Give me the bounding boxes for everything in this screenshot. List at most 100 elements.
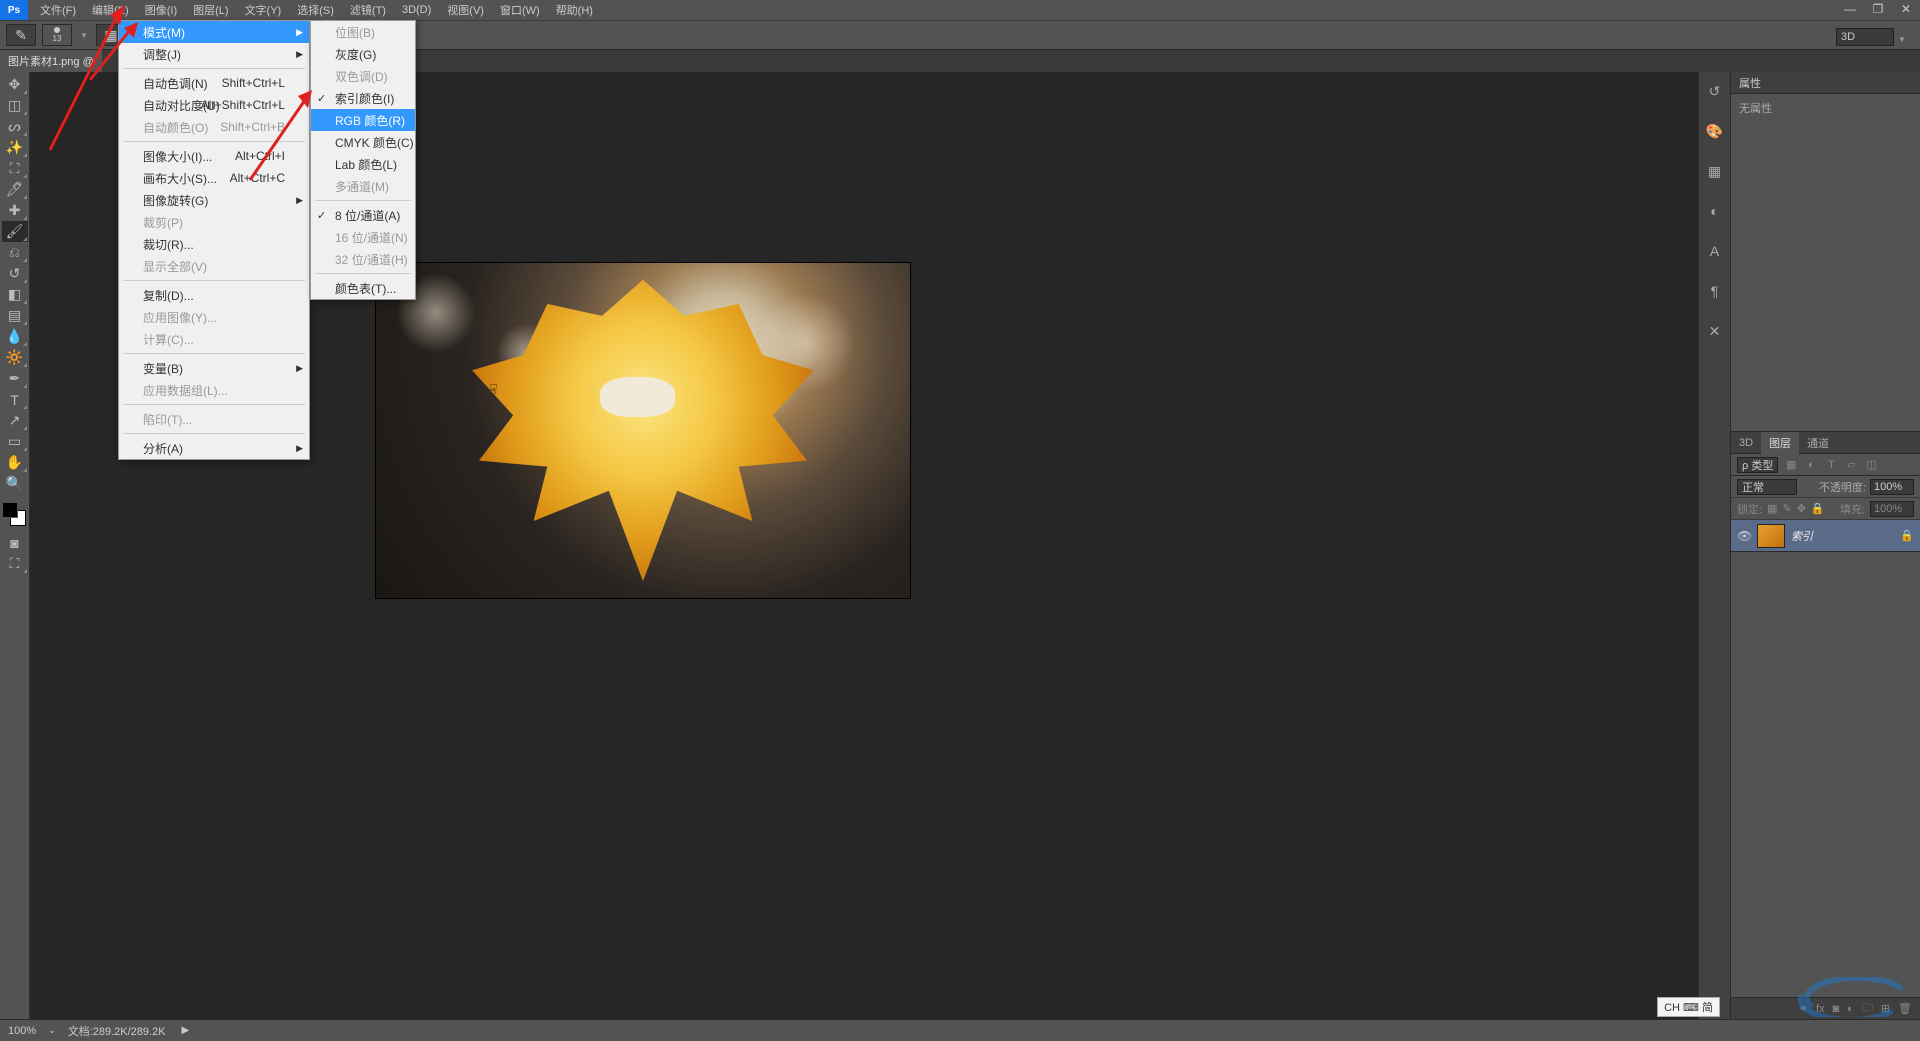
3d-mode-select[interactable]: 3D bbox=[1836, 28, 1894, 46]
menu-analysis[interactable]: 分析(A)▶ bbox=[119, 437, 309, 459]
mode-indexed[interactable]: ✓索引颜色(I) bbox=[311, 87, 415, 109]
close-button[interactable]: ✕ bbox=[1892, 0, 1920, 18]
menu-apply-image: 应用图像(Y)... bbox=[119, 306, 309, 328]
menu-layer[interactable]: 图层(L) bbox=[185, 0, 236, 20]
screenmode-tool[interactable]: ⛶ bbox=[2, 553, 28, 574]
menu-view[interactable]: 视图(V) bbox=[439, 0, 492, 20]
leaf-highlight bbox=[600, 377, 675, 417]
properties-panel-tab[interactable]: 属性 bbox=[1731, 72, 1920, 94]
mode-8bit[interactable]: ✓8 位/通道(A) bbox=[311, 204, 415, 226]
filter-shape-icon[interactable]: ▱ bbox=[1844, 458, 1858, 472]
layer-visibility-icon[interactable]: 👁 bbox=[1737, 529, 1751, 543]
maximize-button[interactable]: ❐ bbox=[1864, 0, 1892, 18]
lock-icon[interactable]: 🔒 bbox=[1811, 502, 1825, 515]
mode-colortable[interactable]: 颜色表(T)... bbox=[311, 277, 415, 299]
lock-label: 锁定: bbox=[1737, 501, 1762, 517]
layer-thumbnail[interactable] bbox=[1757, 524, 1785, 548]
menu-trim[interactable]: 裁切(R)... bbox=[119, 233, 309, 255]
channels-panel-tab[interactable]: 通道 bbox=[1799, 432, 1837, 454]
quickmask-tool[interactable]: ◙ bbox=[2, 532, 28, 553]
path-tool[interactable]: ↗ bbox=[2, 410, 28, 431]
shape-tool[interactable]: ▭ bbox=[2, 431, 28, 452]
adjustments-panel-icon[interactable]: ◐ bbox=[1704, 200, 1726, 222]
brush-tool[interactable]: 🖌 bbox=[2, 221, 28, 242]
menu-datasets: 应用数据组(L)... bbox=[119, 379, 309, 401]
app-logo: Ps bbox=[0, 0, 28, 20]
3d-panel-tab[interactable]: 3D bbox=[1731, 432, 1761, 454]
type-tool[interactable]: T bbox=[2, 389, 28, 410]
layers-panel-tab[interactable]: 图层 bbox=[1761, 432, 1799, 454]
gradient-tool[interactable]: ▤ bbox=[2, 305, 28, 326]
lock-pixel-icon[interactable]: ✎ bbox=[1782, 502, 1791, 515]
filter-pixel-icon[interactable]: ▦ bbox=[1784, 458, 1798, 472]
menu-edit[interactable]: 编辑(E) bbox=[84, 0, 137, 20]
properties-empty-label: 无属性 bbox=[1731, 94, 1920, 431]
marquee-tool[interactable]: ◫ bbox=[2, 95, 28, 116]
status-zoom[interactable]: 100% bbox=[8, 1025, 36, 1037]
paragraph-panel-icon[interactable]: ¶ bbox=[1704, 280, 1726, 302]
swatches-panel-icon[interactable]: ▦ bbox=[1704, 160, 1726, 182]
filter-adjust-icon[interactable]: ◐ bbox=[1804, 458, 1818, 472]
filter-type-icon[interactable]: T bbox=[1824, 458, 1838, 472]
history-brush-tool[interactable]: ↺ bbox=[2, 263, 28, 284]
lock-all-icon[interactable]: ▦ bbox=[1767, 502, 1777, 515]
eyedropper-tool[interactable]: 🖊 bbox=[2, 179, 28, 200]
status-arrow-icon[interactable]: ▶ bbox=[182, 1025, 190, 1036]
watermark-logo bbox=[1792, 977, 1912, 1017]
menu-duplicate[interactable]: 复制(D)... bbox=[119, 284, 309, 306]
pen-tool[interactable]: ✒ bbox=[2, 368, 28, 389]
eraser-tool[interactable]: ◧ bbox=[2, 284, 28, 305]
minimize-button[interactable]: — bbox=[1836, 0, 1864, 18]
filter-smart-icon[interactable]: ◫ bbox=[1864, 458, 1878, 472]
status-chevron-icon[interactable]: ⌄ bbox=[48, 1025, 56, 1036]
menu-select[interactable]: 选择(S) bbox=[289, 0, 342, 20]
menu-window[interactable]: 窗口(W) bbox=[492, 0, 548, 20]
status-doc: 文档:289.2K/289.2K bbox=[68, 1023, 166, 1039]
menu-help[interactable]: 帮助(H) bbox=[548, 0, 601, 20]
mode-grayscale[interactable]: 灰度(G) bbox=[311, 43, 415, 65]
hand-tool[interactable]: ✋ bbox=[2, 452, 28, 473]
menu-3d[interactable]: 3D(D) bbox=[394, 0, 439, 20]
color-swatches[interactable] bbox=[2, 502, 28, 532]
heal-tool[interactable]: ✚ bbox=[2, 200, 28, 221]
3d-dropdown-icon[interactable]: ▼ bbox=[1896, 28, 1908, 50]
menu-file[interactable]: 文件(F) bbox=[32, 0, 84, 20]
ime-indicator[interactable]: CH ⌨ 简 bbox=[1657, 997, 1720, 1017]
annotation-arrow-2 bbox=[90, 30, 150, 95]
lock-position-icon[interactable]: ✥ bbox=[1797, 502, 1806, 515]
opacity-field[interactable]: 100% bbox=[1870, 479, 1914, 495]
menu-calculations: 计算(C)... bbox=[119, 328, 309, 350]
zoom-tool[interactable]: 🔍 bbox=[2, 473, 28, 494]
stamp-tool[interactable]: ⎌ bbox=[2, 242, 28, 263]
brush-preview[interactable]: 13 bbox=[42, 24, 72, 46]
brush-size-label: 13 bbox=[53, 34, 62, 43]
menu-image[interactable]: 图像(I) bbox=[137, 0, 185, 20]
history-panel-icon[interactable]: ↺ bbox=[1704, 80, 1726, 102]
color-panel-icon[interactable]: 🎨 bbox=[1704, 120, 1726, 142]
crop-tool[interactable]: ⛶ bbox=[2, 158, 28, 179]
fill-field[interactable]: 100% bbox=[1870, 501, 1914, 517]
brush-dropdown-icon[interactable]: ▼ bbox=[78, 24, 90, 46]
blur-tool[interactable]: 💧 bbox=[2, 326, 28, 347]
menu-reveal-all: 显示全部(V) bbox=[119, 255, 309, 277]
document-tab[interactable]: 图片素材1.png @ bbox=[0, 50, 102, 72]
document-canvas[interactable]: ☟ bbox=[375, 262, 911, 599]
lasso-tool[interactable]: ᔕ bbox=[2, 116, 28, 137]
blend-mode-select[interactable]: 正常 bbox=[1737, 479, 1797, 495]
wand-tool[interactable]: ✨ bbox=[2, 137, 28, 158]
info-panel-icon[interactable]: ✕ bbox=[1704, 320, 1726, 342]
foreground-swatch[interactable] bbox=[2, 502, 18, 518]
tool-preset-icon[interactable]: ✎ bbox=[6, 24, 36, 46]
dodge-tool[interactable]: 🔆 bbox=[2, 347, 28, 368]
menu-auto-contrast[interactable]: 自动对比度(U)Alt+Shift+Ctrl+L bbox=[119, 94, 309, 116]
menu-trap: 陷印(T)... bbox=[119, 408, 309, 430]
mode-32bit: 32 位/通道(H) bbox=[311, 248, 415, 270]
layer-filter-select[interactable]: ρ 类型 bbox=[1737, 457, 1778, 473]
layer-row[interactable]: 👁 索引 🔒 bbox=[1731, 520, 1920, 552]
menu-type[interactable]: 文字(Y) bbox=[237, 0, 290, 20]
menu-filter[interactable]: 滤镜(T) bbox=[342, 0, 394, 20]
layer-name-label[interactable]: 索引 bbox=[1791, 528, 1894, 544]
move-tool[interactable]: ✥ bbox=[2, 74, 28, 95]
styles-panel-icon[interactable]: A bbox=[1704, 240, 1726, 262]
menu-variables[interactable]: 变量(B)▶ bbox=[119, 357, 309, 379]
